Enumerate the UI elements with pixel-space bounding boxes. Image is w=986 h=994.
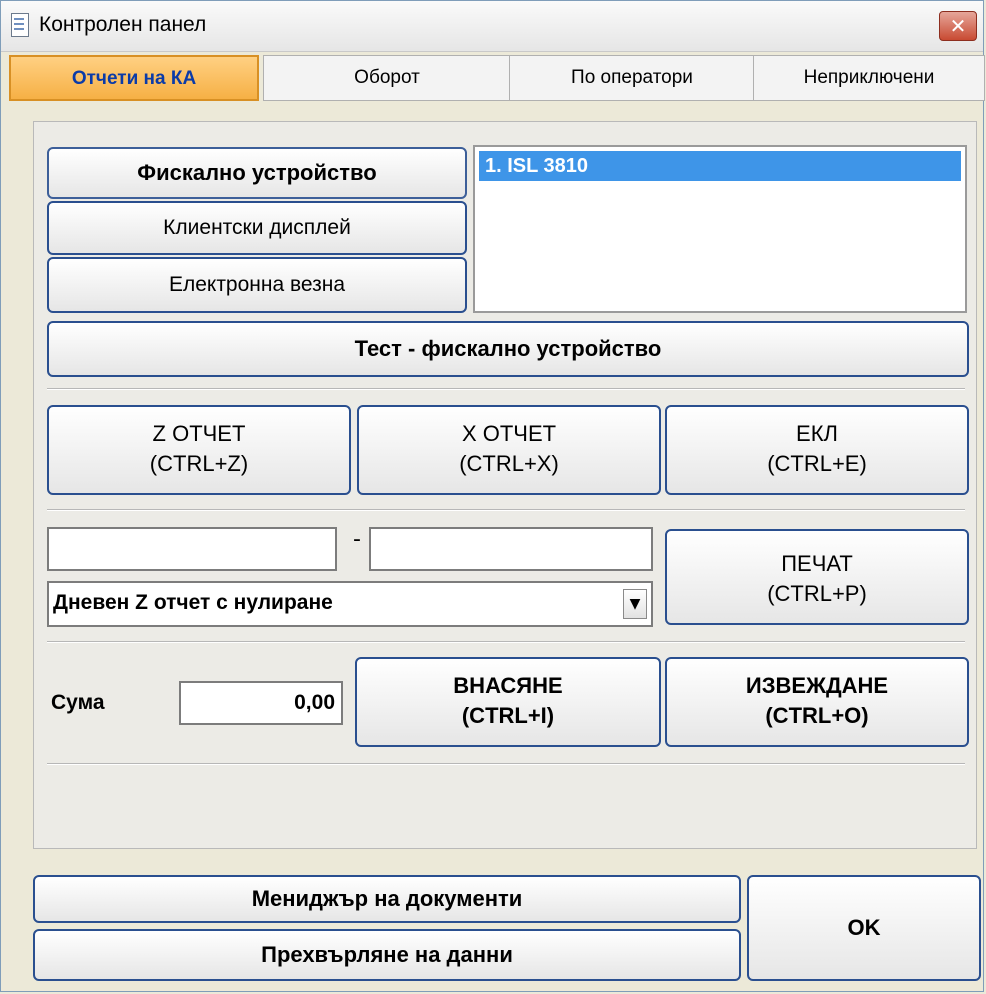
print-button[interactable]: ПЕЧАТ (CTRL+P) <box>665 529 969 625</box>
divider <box>47 641 965 643</box>
tab-turnover[interactable]: Оборот <box>263 55 511 101</box>
print-shortcut: (CTRL+P) <box>767 581 867 606</box>
divider <box>47 509 965 511</box>
cash-out-shortcut: (CTRL+O) <box>765 703 869 728</box>
z-report-label: Z ОТЧЕТ <box>152 421 246 446</box>
app-icon <box>11 13 29 37</box>
cash-in-shortcut: (CTRL+I) <box>461 703 555 728</box>
range-to-input[interactable] <box>369 527 653 571</box>
z-report-shortcut: (CTRL+Z) <box>149 451 249 476</box>
document-manager-button[interactable]: Мениджър на документи <box>33 875 741 923</box>
sum-input[interactable]: 0,00 <box>179 681 343 725</box>
x-report-label: X ОТЧЕТ <box>461 421 557 446</box>
divider <box>47 763 965 765</box>
device-list-item[interactable]: 1. ISL 3810 <box>479 151 961 181</box>
control-panel-window: Контролен панел ✕ Отчети на КА Оборот По… <box>0 0 985 992</box>
cash-in-button[interactable]: ВНАСЯНЕ (CTRL+I) <box>355 657 661 747</box>
electronic-scale-button[interactable]: Електронна везна <box>47 257 467 313</box>
print-label: ПЕЧАТ <box>781 551 853 576</box>
cash-out-label: ИЗВЕЖДАНЕ <box>745 673 889 698</box>
window-title: Контролен панел <box>39 13 207 36</box>
customer-display-button[interactable]: Клиентски дисплей <box>47 201 467 255</box>
report-type-select[interactable]: Дневен Z отчет с нулиране ▼ <box>47 581 653 627</box>
cash-in-label: ВНАСЯНЕ <box>453 673 563 698</box>
tab-fiscal-reports[interactable]: Отчети на КА <box>9 55 259 101</box>
divider <box>47 388 965 390</box>
title-bar[interactable]: Контролен панел ✕ <box>1 1 983 52</box>
tab-by-operators[interactable]: По оператори <box>509 55 755 101</box>
close-button[interactable]: ✕ <box>939 11 977 41</box>
range-separator: - <box>353 527 361 552</box>
range-from-input[interactable] <box>47 527 337 571</box>
cash-out-button[interactable]: ИЗВЕЖДАНЕ (CTRL+O) <box>665 657 969 747</box>
device-list[interactable]: 1. ISL 3810 <box>473 145 967 313</box>
ok-button[interactable]: OK <box>747 875 981 981</box>
x-report-button[interactable]: X ОТЧЕТ (CTRL+X) <box>357 405 661 495</box>
tab-unclosed[interactable]: Неприключени <box>753 55 985 101</box>
ekl-shortcut: (CTRL+E) <box>767 451 867 476</box>
x-report-shortcut: (CTRL+X) <box>459 451 559 476</box>
test-fiscal-device-button[interactable]: Тест - фискално устройство <box>47 321 969 377</box>
data-transfer-button[interactable]: Прехвърляне на данни <box>33 929 741 981</box>
fiscal-device-button[interactable]: Фискално устройство <box>47 147 467 199</box>
report-type-value: Дневен Z отчет с нулиране <box>53 591 333 614</box>
tab-strip: Отчети на КА Оборот По оператори Неприкл… <box>9 55 985 105</box>
ekl-label: ЕКЛ <box>796 421 838 446</box>
z-report-button[interactable]: Z ОТЧЕТ (CTRL+Z) <box>47 405 351 495</box>
sum-label: Сума <box>51 691 105 714</box>
ekl-button[interactable]: ЕКЛ (CTRL+E) <box>665 405 969 495</box>
dropdown-arrow-icon[interactable]: ▼ <box>623 589 647 619</box>
